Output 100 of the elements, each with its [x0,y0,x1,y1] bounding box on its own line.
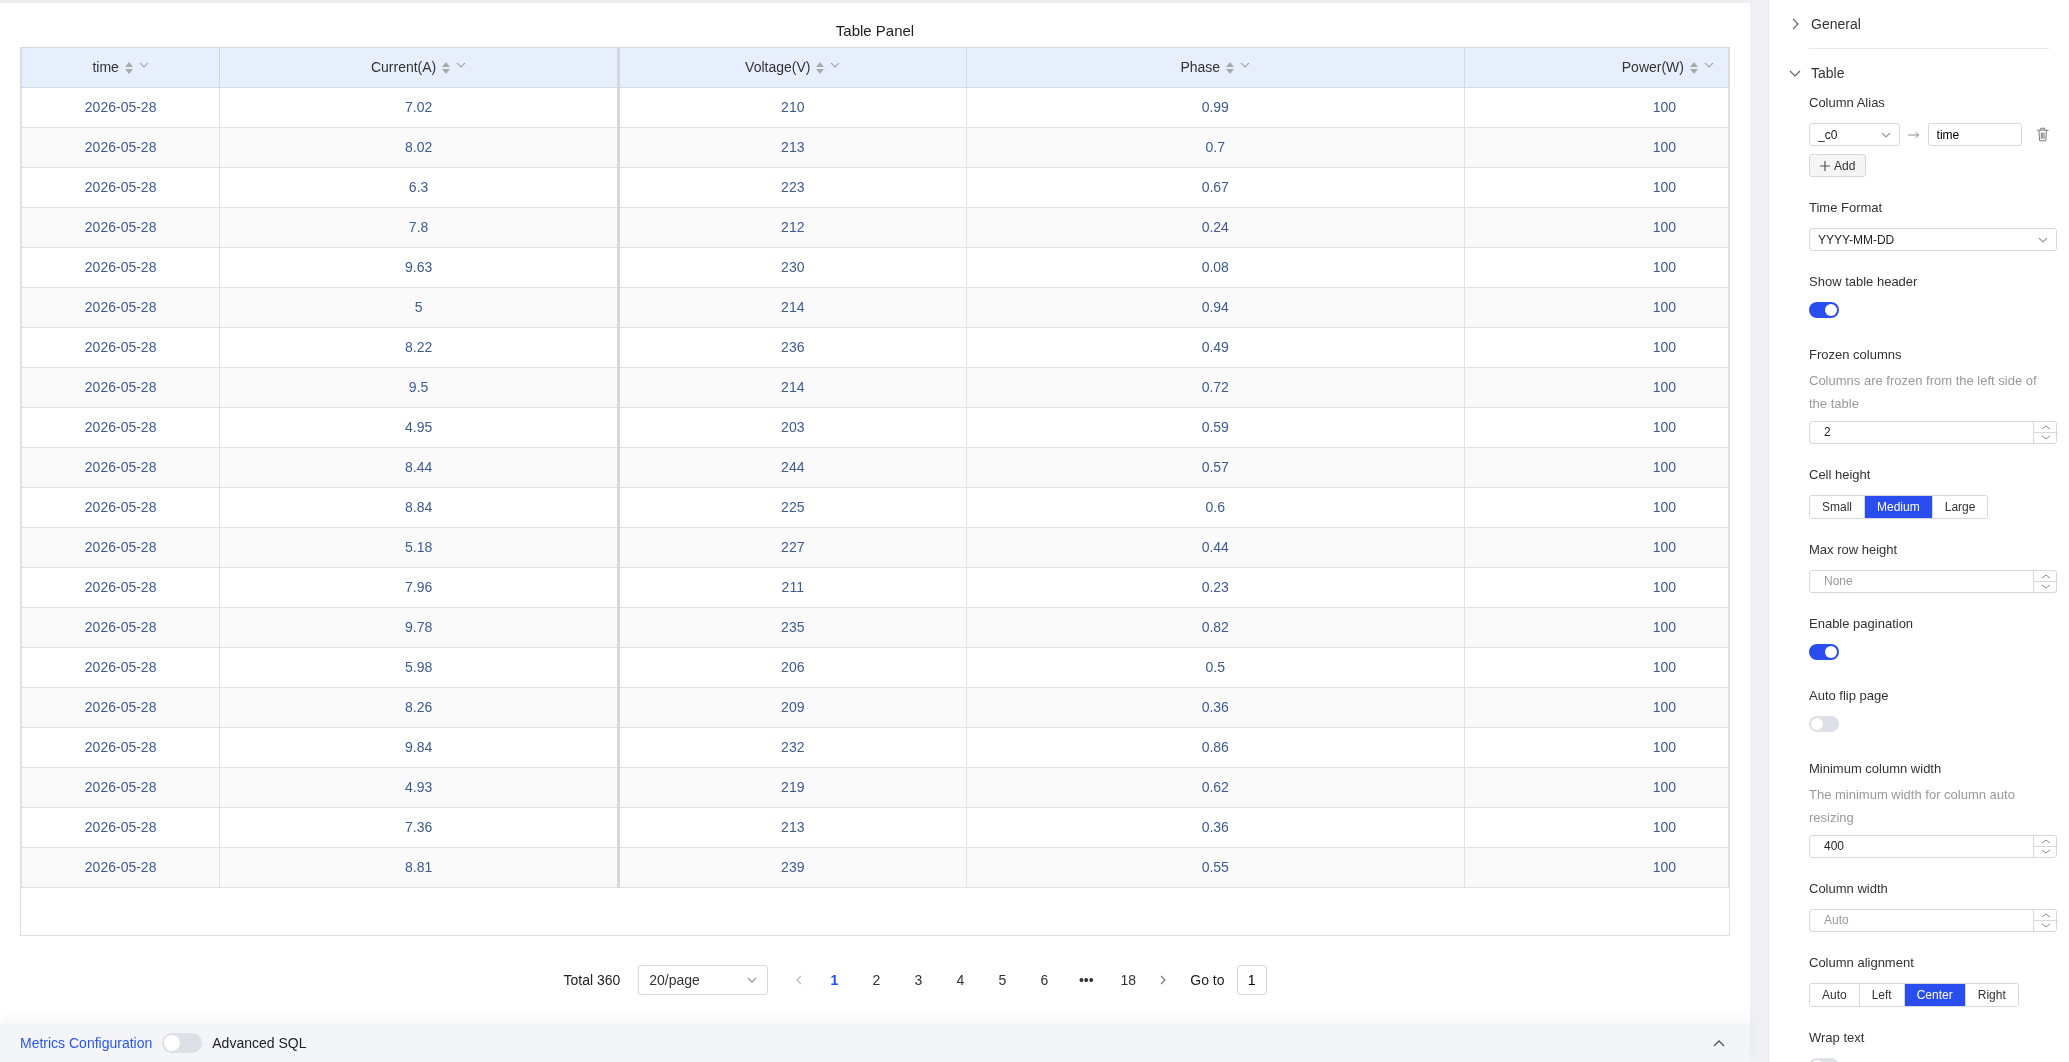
field-description: The minimum width for column auto resizing [1809,785,2016,827]
page-button[interactable]: 2 [860,969,893,991]
table-cell: 0.36 [966,807,1465,848]
page-size-select[interactable]: 20/page [638,965,769,995]
number-input[interactable]: 2 [1809,420,2057,444]
table-cell: 2026-05-28 [21,87,220,128]
filter-chevron-icon[interactable] [456,62,467,69]
total-count: Total 360 [563,970,621,990]
filter-chevron-icon[interactable] [1240,62,1251,69]
table-cell: 8.81 [219,847,619,888]
panel-title: Table Panel [834,21,916,41]
table-cell: 0.82 [966,607,1465,648]
sort-icon[interactable] [442,62,451,75]
table-cell: 212 [618,207,967,248]
sort-icon[interactable] [124,62,133,75]
number-input[interactable]: Auto [1809,908,2057,932]
table-cell: 235 [618,607,967,648]
segment-option[interactable]: Small [1810,495,1865,518]
filter-chevron-icon[interactable] [1704,62,1714,69]
table-cell: 0.7 [966,127,1465,168]
table-cell: 8.26 [219,687,619,728]
chevron-down-icon [747,977,758,983]
filter-chevron-icon[interactable] [830,62,841,69]
table-cell: 100 [1464,567,1729,608]
table-cell: 0.55 [966,847,1465,888]
trash-icon[interactable] [2035,127,2049,142]
toggle-switch[interactable] [1809,643,1839,660]
plus-icon [1820,160,1830,171]
field-label: Enable pagination [1809,614,1915,633]
column-header[interactable]: Phase [1180,59,1221,75]
table-cell: 0.5 [966,647,1465,688]
table-cell: 219 [618,767,967,808]
section-header[interactable]: Table [1789,61,2049,85]
toggle-switch[interactable] [162,1033,203,1053]
segment-option[interactable]: Medium [1865,495,1933,518]
chevron-right-icon[interactable] [1160,975,1167,985]
table-cell: 2026-05-28 [21,607,220,648]
page-button[interactable]: 5 [986,969,1019,991]
field-label: Cell height [1809,465,1872,484]
alias-input[interactable]: time [1927,123,2022,146]
table-cell: 100 [1464,607,1729,648]
table-cell: 0.44 [966,527,1465,568]
sort-icon[interactable] [1226,62,1235,75]
table-cell: 9.78 [219,607,619,648]
table-cell: 100 [1464,687,1729,728]
column-header[interactable]: Current(A) [370,59,437,75]
number-input[interactable]: None [1809,569,2057,593]
table-cell: 9.5 [219,367,619,408]
field-label: Max row height [1809,540,1899,559]
page-button[interactable]: 1 [818,969,851,991]
page-button[interactable]: 6 [1028,969,1061,991]
segment-option[interactable]: Center [1904,983,1966,1006]
dropdown-select[interactable]: YYYY-MM-DD [1809,228,2057,251]
sort-icon[interactable] [816,62,825,75]
field-label: Column alignment [1809,953,1915,972]
table-cell: 244 [618,447,967,488]
more-pages-button[interactable]: ••• [1070,969,1103,991]
table-cell: 100 [1464,327,1729,368]
add-button[interactable]: Add [1809,154,1867,177]
table-cell: 0.86 [966,727,1465,768]
toggle-switch[interactable] [1809,716,1839,732]
column-header[interactable]: Voltage(V) [745,59,811,75]
goto-input[interactable]: 1 [1236,965,1267,995]
table-cell: 100 [1464,87,1729,128]
toggle-switch[interactable] [1809,302,1839,318]
table-cell: 100 [1464,167,1729,208]
table-cell: 100 [1464,447,1729,488]
table-cell: 2026-05-28 [21,207,220,248]
field-label: Wrap text [1809,1028,1866,1047]
table-cell: 209 [618,687,967,728]
page-button[interactable]: 3 [902,969,935,991]
table-cell: 100 [1464,767,1729,808]
metrics-configuration-link[interactable]: Metrics Configuration [20,1032,153,1054]
table-cell: 213 [618,127,967,168]
table-cell: 4.93 [219,767,619,808]
table-cell: 2026-05-28 [21,647,220,688]
table-cell: 100 [1464,127,1729,168]
sort-icon[interactable] [1690,62,1698,75]
table-cell: 0.6 [966,487,1465,528]
chevron-left-icon[interactable] [796,975,803,985]
column-header[interactable]: Power(W) [1621,59,1684,75]
table-cell: 2026-05-28 [21,687,220,728]
section-header[interactable]: General [1789,12,2049,36]
page-button[interactable]: 18 [1112,969,1145,991]
page-button[interactable]: 4 [944,969,977,991]
column-select[interactable]: _c0 [1809,123,1900,146]
number-input[interactable]: 400 [1809,834,2057,858]
filter-chevron-icon[interactable] [138,62,149,69]
table-cell: 5.18 [219,527,619,568]
table-cell: 2026-05-28 [21,527,220,568]
table-cell: 0.62 [966,767,1465,808]
table-cell: 2026-05-28 [21,287,220,328]
table-cell: 214 [618,367,967,408]
column-header[interactable]: time [92,59,119,75]
table-cell: 8.02 [219,127,619,168]
table-cell: 2026-05-28 [21,567,220,608]
segment-option[interactable]: Auto [1810,983,1860,1006]
table-cell: 100 [1464,487,1729,528]
chevron-up-icon[interactable] [1713,1039,1725,1047]
field-label: Show table header [1809,273,1919,291]
